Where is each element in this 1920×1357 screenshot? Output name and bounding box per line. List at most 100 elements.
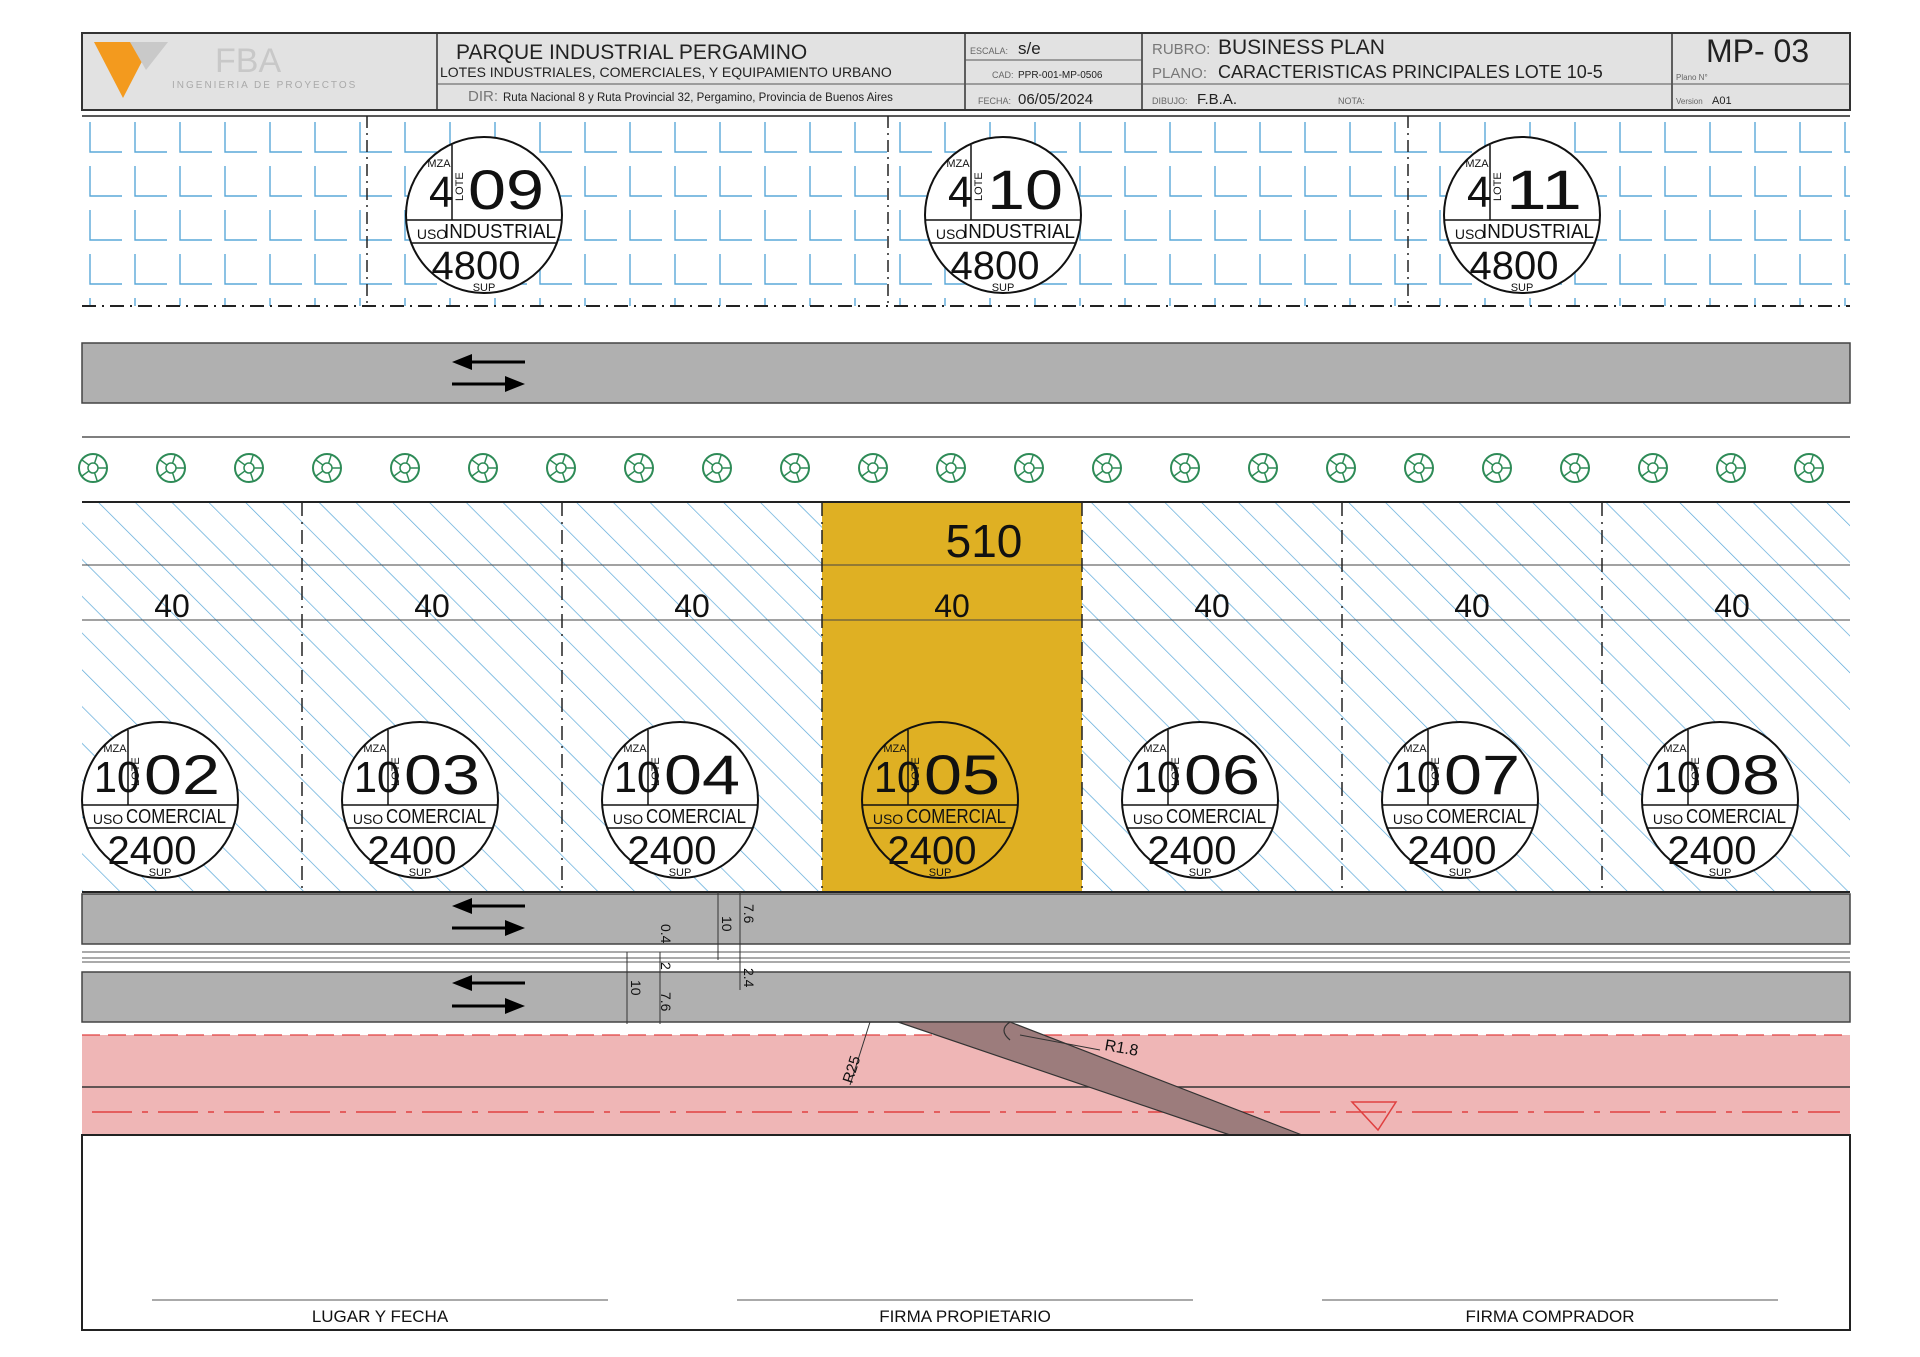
lote-label: LOTE [1430,757,1442,786]
lote-label: LOTE [454,172,466,201]
tree-icon [780,453,810,483]
tree-icon [1560,453,1590,483]
lote-value: 06 [1184,743,1260,806]
cad-value: PPR-001-MP-0506 [1018,70,1103,81]
lower-roads [81,893,1851,1023]
lot-circle-10-05[interactable]: MZA10LOTE 05USO COMERCIAL2400SUP [861,721,1019,879]
uso-label: USO [1133,811,1163,827]
uso-value: INDUSTRIAL [963,221,1075,243]
sup-label: SUP [929,867,952,879]
project-name: PARQUE INDUSTRIAL PERGAMINO [456,41,807,64]
uso-value: COMERCIAL [906,806,1006,828]
tree-icon [468,453,498,483]
lot-circle-4-11[interactable]: MZA4 LOTE 11USOINDUSTRIAL4800SUP [1443,136,1601,294]
uso-label: USO [1393,811,1423,827]
uso-label: USO [1653,811,1683,827]
uso-label: USO [613,811,643,827]
rubro-label: RUBRO: [1152,41,1210,58]
tree-icon [1404,453,1434,483]
lote-value: 10 [987,158,1063,221]
dim-left-1: 0.4 [658,924,674,944]
uso-value: COMERCIAL [1426,806,1526,828]
uso-value: COMERCIAL [1166,806,1266,828]
lote-value: 07 [1444,743,1520,806]
dim-left-4: 7.6 [658,992,674,1012]
sup-label: SUP [669,867,692,879]
lot-frente: 40 [414,588,450,624]
dim-right-1: 10 [719,916,735,932]
dim-right-2: 7.6 [741,904,757,924]
lot-frente: 40 [674,588,710,624]
signature-comprador: FIRMA COMPRADOR [1465,1307,1634,1326]
nota-label: NOTA: [1338,96,1365,106]
tree-icon [1326,453,1356,483]
signature-lugar-fecha: LUGAR Y FECHA [312,1307,449,1326]
upper-road [81,342,1851,404]
uso-label: USO [873,811,903,827]
lot-circle-10-08[interactable]: MZA10LOTE 08USO COMERCIAL2400SUP [1641,721,1799,879]
tree-icon [1482,453,1512,483]
lote-value: 05 [924,743,1000,806]
tree-icon [312,453,342,483]
dim-left-2: 2 [658,962,674,970]
tree-icon [78,453,108,483]
lote-label: LOTE [1170,757,1182,786]
lote-value: 09 [468,158,544,221]
plano-value: CARACTERISTICAS PRINCIPALES LOTE 10-5 [1218,62,1603,82]
tree-icon [156,453,186,483]
uso-label: USO [417,226,447,242]
lot-circle-10-07[interactable]: MZA10LOTE 07USO COMERCIAL2400SUP [1381,721,1539,879]
tree-icon [1638,453,1668,483]
sup-label: SUP [473,282,496,294]
lot-frente: 40 [1194,588,1230,624]
signature-area: LUGAR Y FECHA FIRMA PROPIETARIO FIRMA CO… [81,1134,1851,1331]
lot-circle-4-09[interactable]: MZA4 LOTE 09USOINDUSTRIAL4800SUP [405,136,563,294]
sup-label: SUP [149,867,172,879]
fecha-label: FECHA: [978,96,1011,106]
lot-circle-10-06[interactable]: MZA10LOTE 06USO COMERCIAL2400SUP [1121,721,1279,879]
uso-label: USO [1455,226,1485,242]
lot-frente: 40 [154,588,190,624]
dim-left-3: 10 [628,980,644,996]
lote-value: 04 [664,743,740,806]
uso-label: USO [353,811,383,827]
commercial-lots-area: 510 40MZA10LOTE 02USO COMERCIAL2400SUP40MZ… [81,501,1850,893]
cad-label: CAD: [992,70,1014,80]
sup-label: SUP [992,282,1015,294]
lot-frente: 40 [1454,588,1490,624]
lot-frente: 40 [1714,588,1750,624]
lot-circle-10-03[interactable]: MZA10LOTE 03USO COMERCIAL2400SUP [341,721,499,879]
uso-value: COMERCIAL [1686,806,1786,828]
title-block: FBA INGENIERIA DE PROYECTOS PARQUE INDUS… [81,32,1851,111]
mza-value: 4 [948,168,972,217]
lote-label: LOTE [390,757,402,786]
sup-label: SUP [1189,867,1212,879]
uso-value: COMERCIAL [126,806,226,828]
dir-label: DIR: [468,88,498,105]
project-subtitle: LOTES INDUSTRIALES, COMERCIALES, Y EQUIP… [440,64,892,80]
lote-value: 02 [144,743,220,806]
tree-icon [546,453,576,483]
version-label: Version [1676,97,1703,106]
plan-number-label: Plano N° [1676,73,1708,82]
tree-icon [1014,453,1044,483]
mza-value: 4 [429,168,453,217]
version-value: A01 [1712,95,1732,107]
lot-circle-4-10[interactable]: MZA4 LOTE 10USOINDUSTRIAL4800SUP [924,136,1082,294]
tree-icon [1170,453,1200,483]
dibujo-label: DIBUJO: [1152,96,1188,106]
industrial-lots-area: MZA4 LOTE 09USOINDUSTRIAL4800SUPMZA4 LOTE 10… [82,115,1850,307]
fecha-value: 06/05/2024 [1018,91,1093,108]
lote-label: LOTE [910,757,922,786]
tree-row [78,453,1824,483]
tree-icon [390,453,420,483]
uso-value: COMERCIAL [646,806,746,828]
tree-icon [234,453,264,483]
lot-frente: 40 [934,588,970,624]
lot-circle-10-04[interactable]: MZA10LOTE 04USO COMERCIAL2400SUP [601,721,759,879]
lote-value: 11 [1506,158,1582,221]
site-plan: FBA INGENIERIA DE PROYECTOS PARQUE INDUS… [78,32,1851,1331]
sup-label: SUP [1511,282,1534,294]
tree-icon [624,453,654,483]
lot-circle-10-02[interactable]: MZA10LOTE 02USO COMERCIAL2400SUP [81,721,239,879]
